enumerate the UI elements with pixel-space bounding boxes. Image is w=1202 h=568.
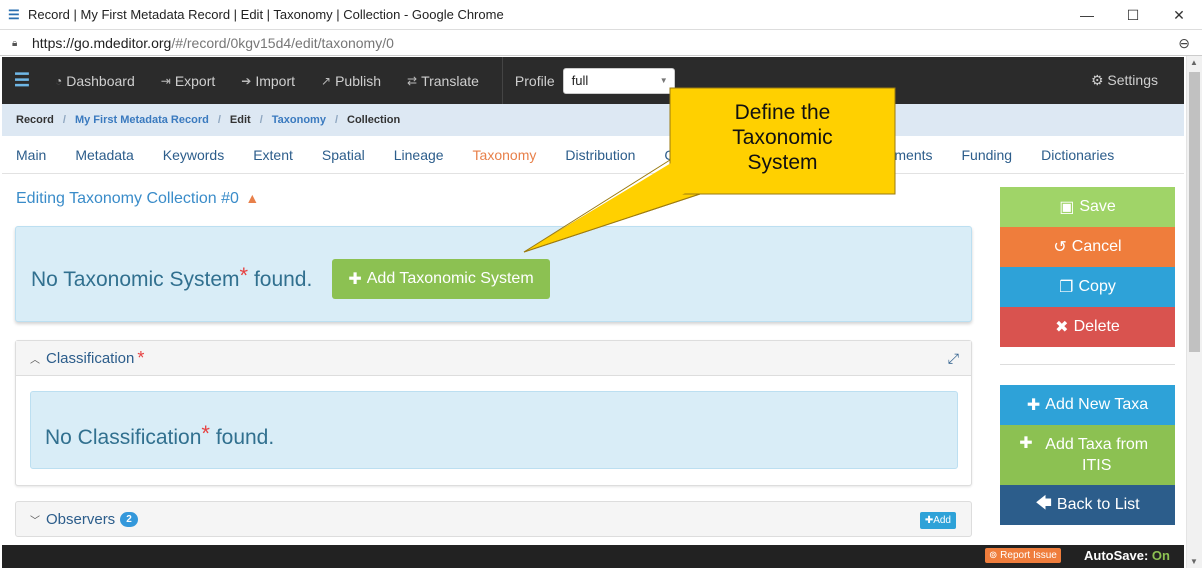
zoom-icon[interactable]: ⊖ — [1178, 35, 1190, 52]
side-divider — [1000, 364, 1175, 365]
observers-card[interactable]: ﹀ Observers 2 ✚Add — [15, 501, 972, 537]
tab-distribution[interactable]: Distribution — [565, 147, 635, 163]
plus-icon: ✚ — [1026, 397, 1041, 414]
dashboard-icon: ◔ — [55, 73, 63, 88]
tab-extent[interactable]: Extent — [253, 147, 293, 163]
publish-icon: ↗ — [321, 73, 332, 88]
nav-import[interactable]: ➔ Import — [228, 73, 308, 89]
required-asterisk: * — [201, 421, 210, 446]
record-tabs: Main Metadata Keywords Extent Spatial Li… — [2, 136, 1184, 174]
breadcrumb: Record / My First Metadata Record / Edit… — [2, 104, 1184, 136]
required-asterisk: * — [137, 347, 145, 368]
profile-select[interactable]: full ▼ — [562, 67, 675, 94]
tab-spatial[interactable]: Spatial — [322, 147, 365, 163]
no-classification-message: No Classification* found. — [45, 421, 275, 449]
page-scrollbar[interactable]: ▲ ▼ — [1186, 56, 1202, 568]
autosave-status[interactable]: AutoSave: On — [1084, 548, 1170, 563]
nav-dashboard[interactable]: ◔ Dashboard — [42, 73, 148, 89]
breadcrumb-item: Record — [16, 114, 54, 126]
plus-icon: ✚ — [924, 515, 934, 526]
scroll-up-icon[interactable]: ▲ — [1190, 58, 1198, 67]
close-button[interactable]: ✕ — [1156, 0, 1202, 30]
tab-metadata[interactable]: Metadata — [75, 147, 133, 163]
no-system-message: No Taxonomic System* found. — [31, 263, 313, 291]
no-classification-panel: No Classification* found. — [30, 391, 958, 469]
tab-keywords[interactable]: Keywords — [163, 147, 224, 163]
brand-icon[interactable]: ☰ — [2, 70, 42, 91]
page-title: Editing Taxonomy Collection #0 ▲ — [16, 190, 260, 207]
add-new-taxa-button[interactable]: ✚ Add New Taxa — [1000, 385, 1175, 425]
nav-export[interactable]: ⇥ Export — [148, 73, 229, 89]
arrow-left-icon: 🡄 — [1035, 494, 1052, 512]
breadcrumb-link[interactable]: My First Metadata Record — [75, 114, 209, 126]
minimize-button[interactable]: — — [1064, 0, 1110, 30]
status-bar: ⊚ Report Issue AutoSave: On — [2, 545, 1184, 568]
nav-translate[interactable]: ⇄ Translate — [394, 73, 492, 89]
tab-funding[interactable]: Funding — [962, 147, 1013, 163]
add-taxa-itis-button[interactable]: ✚ Add Taxa from ITIS — [1000, 425, 1175, 485]
report-issue-button[interactable]: ⊚ Report Issue — [985, 548, 1061, 563]
undo-icon: ↺ — [1053, 239, 1067, 256]
back-to-list-button[interactable]: 🡄 Back to List — [1000, 485, 1175, 525]
tab-taxonomy[interactable]: Taxonomy — [473, 147, 537, 163]
required-asterisk: * — [239, 263, 249, 288]
classification-card: ︿ Classification * ⤢ No Classification* … — [15, 340, 972, 486]
import-icon: ➔ — [241, 73, 252, 88]
plus-icon: ✚ — [1019, 435, 1033, 452]
callout-text: Define the Taxonomic System — [732, 101, 833, 174]
url-text[interactable]: https://go.mdeditor.org/#/record/0kgv15d… — [32, 35, 394, 51]
scrollbar-thumb[interactable] — [1189, 72, 1200, 352]
bug-icon: ⊚ — [989, 550, 998, 561]
window-title: Record | My First Metadata Record | Edit… — [28, 7, 504, 22]
app-logo-icon: ☰ — [8, 6, 20, 22]
chevron-up-icon: ︿ — [30, 354, 40, 366]
breadcrumb-link[interactable]: Taxonomy — [272, 114, 326, 126]
plus-icon: ✚ — [348, 271, 362, 288]
save-button[interactable]: ▣ Save — [1000, 187, 1175, 227]
nav-settings[interactable]: ⚙ Settings — [1091, 72, 1158, 89]
warning-icon: ▲ — [245, 190, 260, 206]
copy-icon: ❐ — [1059, 279, 1074, 296]
breadcrumb-item: Collection — [347, 114, 401, 126]
translate-icon: ⇄ — [407, 73, 418, 88]
close-icon: ✖ — [1055, 319, 1069, 336]
nav-publish[interactable]: ↗ Publish — [308, 73, 394, 89]
export-icon: ⇥ — [160, 73, 171, 88]
profile-label: Profile — [514, 72, 555, 89]
expand-icon[interactable]: ⤢ — [948, 350, 959, 367]
tab-main[interactable]: Main — [16, 147, 46, 163]
tab-dictionaries[interactable]: Dictionaries — [1041, 147, 1114, 163]
taxonomic-system-panel: No Taxonomic System* found. ✚ Add Taxonom… — [15, 226, 972, 322]
save-icon: ▣ — [1059, 199, 1075, 216]
browser-titlebar: ☰ Record | My First Metadata Record | Ed… — [0, 0, 1202, 30]
breadcrumb-item: Edit — [229, 114, 251, 126]
scroll-down-icon[interactable]: ▼ — [1190, 557, 1198, 566]
tab-lineage[interactable]: Lineage — [394, 147, 444, 163]
gear-icon: ⚙ — [1090, 72, 1104, 88]
app-navbar: ☰ ◔ Dashboard ⇥ Export ➔ Import ↗ Publish ⇄ T… — [2, 57, 1184, 104]
nav-divider — [501, 57, 503, 104]
address-bar[interactable]: 🔒︎ https://go.mdeditor.org/#/record/0kgv… — [0, 30, 1202, 56]
add-observer-button[interactable]: ✚Add — [919, 512, 956, 529]
cancel-button[interactable]: ↺ Cancel — [1000, 227, 1175, 267]
delete-button[interactable]: ✖ Delete — [1000, 307, 1175, 347]
add-taxonomic-system-button[interactable]: ✚ Add Taxonomic System — [332, 259, 550, 299]
maximize-button[interactable]: ☐ — [1110, 0, 1156, 30]
lock-icon: 🔒︎ — [12, 37, 18, 49]
copy-button[interactable]: ❐ Copy — [1000, 267, 1175, 307]
chevron-down-icon: ﹀ — [30, 515, 40, 527]
observers-count-badge: 2 — [120, 511, 138, 527]
classification-header[interactable]: ︿ Classification * — [16, 341, 971, 376]
chevron-down-icon: ▼ — [659, 75, 668, 85]
